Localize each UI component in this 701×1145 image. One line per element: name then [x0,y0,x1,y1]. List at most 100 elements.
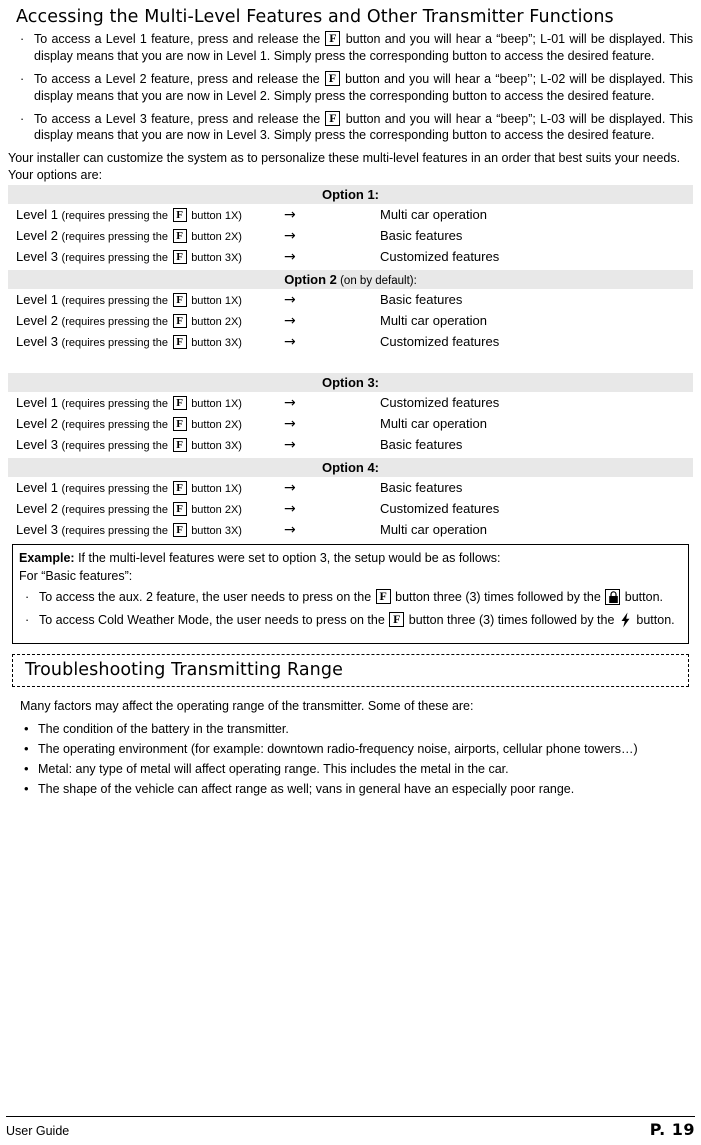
footer-row: User Guide P. 19 [6,1120,695,1139]
bullet-text-pre: To access a Level 1 feature, press and r… [34,32,321,46]
arrow-icon: → [284,394,296,411]
list-item: · To access a Level 3 feature, press and… [8,110,693,145]
level-requirement-pre: (requires pressing the [61,483,168,496]
level-requirement-pre: (requires pressing the [61,231,168,244]
troubleshooting-title-box: Troubleshooting Transmitting Range [12,654,689,687]
level-name: Level 2 [16,228,58,244]
level-requirement-post: button 3X) [191,440,242,453]
arrow-icon: → [284,436,296,453]
level-value: Customized features [380,501,500,517]
list-item: • The shape of the vehicle can affect ra… [8,781,693,798]
level-value: Multi car operation [380,416,487,432]
arrow-icon: → [284,479,296,496]
example-text-post: button. [624,589,663,604]
list-item: · To access a Level 1 feature, press and… [8,31,693,65]
f-button-icon [172,250,187,265]
list-item-text: The operating environment (for example: … [38,741,638,756]
level-name: Level 1 [16,480,58,496]
level-requirement-post: button 1X) [191,398,242,411]
list-item: • The condition of the battery in the tr… [8,721,693,738]
level-value: Basic features [380,292,463,308]
level-name: Level 3 [16,334,58,350]
level-value: Basic features [380,480,463,496]
level-requirement-post: button 2X) [191,504,242,517]
table-row: Level 1 (requires pressing the button 1X… [8,395,693,411]
f-button-icon [172,523,187,538]
level-value: Multi car operation [380,313,487,329]
level-label: Level 2 (requires pressing the button 2X… [16,416,284,432]
level-label: Level 3 (requires pressing the button 3X… [16,334,284,350]
page-content: Accessing the Multi-Level Features and O… [0,0,701,798]
bullet-icon: · [20,32,25,46]
bullet-icon: · [20,71,25,86]
option-1-header: Option 1: [8,184,693,204]
example-text-pre: To access the aux. 2 feature, the user n… [39,589,372,604]
lock-button-icon [605,588,621,605]
troubleshooting-title: Troubleshooting Transmitting Range [25,660,343,680]
level-requirement-pre: (requires pressing the [61,440,168,453]
f-button-icon [172,481,187,496]
level-requirement-post: button 2X) [191,316,242,329]
option-4-title: Option 4: [321,459,380,475]
level-requirement-pre: (requires pressing the [61,295,168,308]
options-intro: Your installer can customize the system … [8,151,681,182]
f-button-icon [172,502,187,517]
arrow-icon: → [284,521,296,538]
level-requirement-pre: (requires pressing the [61,419,168,432]
example-text-mid: button three (3) times followed by the [408,613,615,628]
troubleshooting-list: • The condition of the battery in the tr… [8,721,693,798]
bullet-dot-icon: • [24,740,29,756]
f-button-icon [325,110,341,126]
example-heading: Example: If the multi-level features wer… [19,550,682,567]
table-row: Level 1 (requires pressing the button 1X… [8,207,693,223]
level-label: Level 1 (requires pressing the button 1X… [16,292,284,308]
list-item-text: The condition of the battery in the tran… [38,722,289,736]
example-list: · To access the aux. 2 feature, the user… [19,588,682,631]
f-button-icon [325,31,341,46]
list-item: · To access a Level 2 feature, press and… [8,70,693,105]
level-requirement-pre: (requires pressing the [61,252,168,265]
table-row: Level 2 (requires pressing the button 2X… [8,313,693,329]
example-subheading: For “Basic features”: [19,568,133,583]
level-value: Customized features [380,395,500,411]
option-1-title: Option 1: [321,186,380,202]
level-label: Level 2 (requires pressing the button 2X… [16,501,284,517]
f-button-icon [172,396,187,411]
bullet-dot-icon: • [24,760,29,776]
level-label: Level 2 (requires pressing the button 2X… [16,228,284,244]
table-row: Level 2 (requires pressing the button 2X… [8,228,693,244]
level-label: Level 1 (requires pressing the button 1X… [16,207,284,223]
level-name: Level 1 [16,395,58,411]
level-label: Level 1 (requires pressing the button 1X… [16,480,284,496]
level-requirement-pre: (requires pressing the [61,210,168,223]
troubleshooting-intro: Many factors may affect the operating ra… [20,699,474,713]
table-row: Level 1 (requires pressing the button 1X… [8,480,693,496]
option-2-header: Option 2 (on by default): [8,269,693,289]
bullet-text-pre: To access a Level 2 feature, press and r… [34,71,320,86]
f-button-icon [389,612,405,628]
level-name: Level 2 [16,416,58,432]
level-name: Level 1 [16,292,58,308]
arrow-icon: → [284,415,296,432]
level-requirement-post: button 1X) [191,295,242,308]
level-label: Level 2 (requires pressing the button 2X… [16,313,284,329]
example-text-pre: To access Cold Weather Mode, the user ne… [39,613,385,628]
bullet-icon: · [20,111,25,126]
arrow-icon: → [284,312,296,329]
example-title: Example: [19,550,75,565]
list-item: · To access the aux. 2 feature, the user… [19,588,682,607]
bullet-dot-icon: • [24,721,29,736]
table-row: Level 3 (requires pressing the button 3X… [8,334,693,350]
level-requirement-post: button 1X) [191,210,242,223]
level-name: Level 2 [16,313,58,329]
footer-divider [6,1116,695,1117]
level-requirement-post: button 3X) [191,525,242,538]
f-button-icon [172,229,187,244]
table-row: Level 3 (requires pressing the button 3X… [8,437,693,453]
option-4-header: Option 4: [8,457,693,477]
f-button-icon [172,438,187,453]
option-3-header: Option 3: [8,372,693,392]
arrow-icon: → [284,291,296,308]
arrow-icon: → [284,227,296,244]
